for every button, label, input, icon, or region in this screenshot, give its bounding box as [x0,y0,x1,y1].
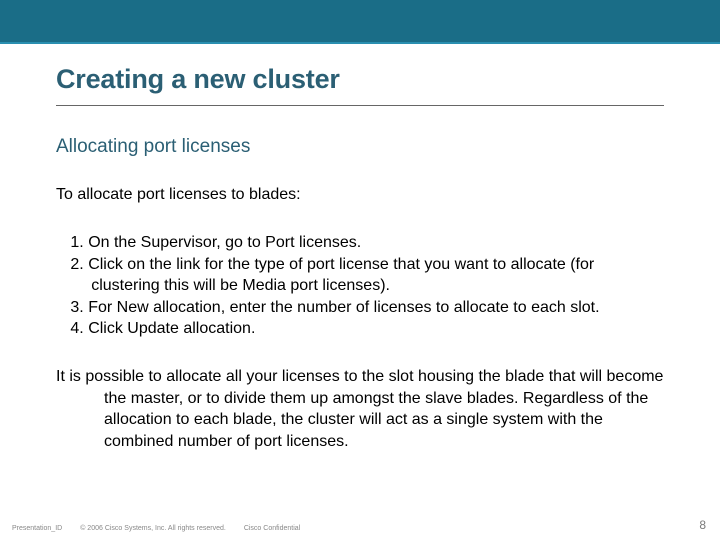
footer-confidential: Cisco Confidential [244,525,300,532]
slide-subtitle: Allocating port licenses [56,136,664,158]
footer: Presentation_ID © 2006 Cisco Systems, In… [0,525,720,532]
footer-presentation-id: Presentation_ID [12,525,62,532]
list-item: For New allocation, enter the number of … [56,297,664,319]
slide-content: Creating a new cluster Allocating port l… [0,64,720,452]
footer-page-number: 8 [699,518,706,532]
step-text: Click on the link for the type of port l… [88,256,594,295]
list-item: Click Update allocation. [56,318,664,340]
step-text: For New allocation, enter the number of … [88,299,599,316]
steps-list: On the Supervisor, go to Port licenses. … [56,232,664,340]
step-text: Click Update allocation. [88,320,255,337]
note-text: It is possible to allocate all your lice… [56,366,664,452]
intro-text: To allocate port licenses to blades: [56,186,664,204]
slide-title: Creating a new cluster [56,64,664,95]
title-divider [56,105,664,106]
header-bar [0,0,720,44]
list-item: On the Supervisor, go to Port licenses. [56,232,664,254]
step-text: On the Supervisor, go to Port licenses. [88,234,361,251]
footer-copyright: © 2006 Cisco Systems, Inc. All rights re… [80,525,226,532]
list-item: Click on the link for the type of port l… [56,254,664,297]
